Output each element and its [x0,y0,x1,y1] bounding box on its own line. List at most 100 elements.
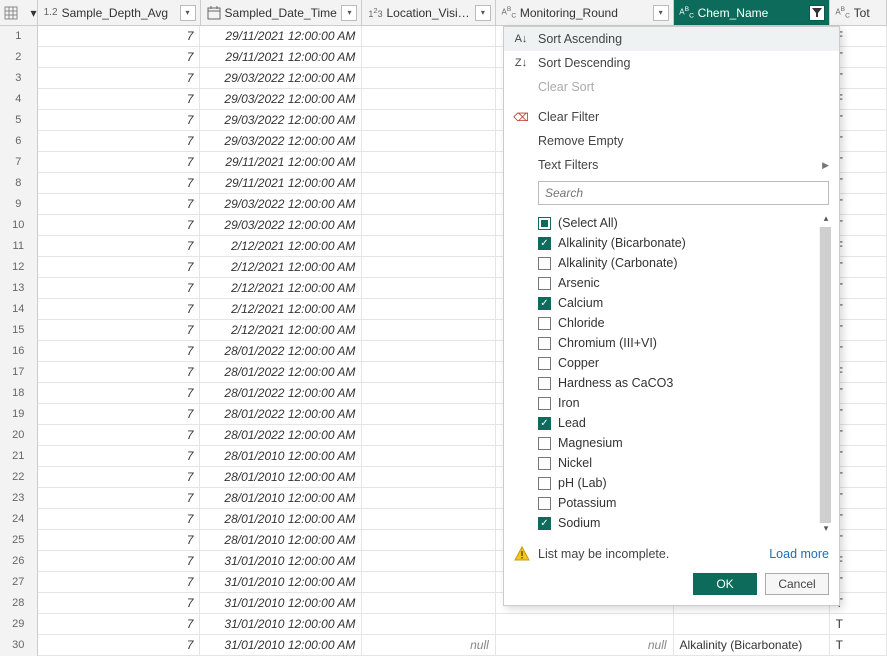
cell-visit [362,467,495,487]
load-more-link[interactable]: Load more [769,547,829,561]
checklist-scrollbar[interactable]: ▴ ▾ [819,213,831,537]
filter-item[interactable]: Potassium [538,493,831,513]
filter-dropdown-icon[interactable]: ▾ [341,5,357,21]
cell-depth: 7 [38,26,201,46]
warning-icon [514,546,530,562]
filter-dropdown-icon[interactable]: ▾ [180,5,196,21]
filter-search-input[interactable] [538,181,829,205]
remove-empty[interactable]: Remove Empty [504,129,839,153]
sort-descending[interactable]: Z↓ Sort Descending [504,51,839,75]
cancel-button[interactable]: Cancel [765,573,829,595]
column-label: Sample_Depth_Avg [62,6,178,20]
cell-depth: 7 [38,488,201,508]
column-label: Tot [854,6,882,20]
cell-depth: 7 [38,257,201,277]
cell-depth: 7 [38,320,201,340]
scroll-up-icon[interactable]: ▴ [819,213,831,227]
cell-visit [362,551,495,571]
cell-depth: 7 [38,362,201,382]
filter-dropdown-icon[interactable]: ▾ [475,5,491,21]
cell-depth: 7 [38,299,201,319]
rownum-header[interactable]: ▾ [0,0,38,25]
type-icon: 123 [366,6,384,19]
cell-date: 31/01/2010 12:00:00 AM [200,635,362,655]
cell-visit [362,614,495,634]
cell-date: 28/01/2010 12:00:00 AM [200,509,362,529]
column-header-tot[interactable]: ABCTot [830,0,887,25]
cell-date: 31/01/2010 12:00:00 AM [200,551,362,571]
cell-depth: 7 [38,236,201,256]
row-number: 28 [0,593,38,614]
filter-active-icon[interactable] [809,5,825,21]
cell-date: 31/01/2010 12:00:00 AM [200,614,362,634]
warning-text: List may be incomplete. [538,547,669,561]
checkbox-checked-icon: ✓ [538,517,551,530]
sort-asc-label: Sort Ascending [538,32,622,46]
remove-empty-label: Remove Empty [538,134,623,148]
filter-item[interactable]: ✓Sodium [538,513,831,533]
table-row[interactable]: 29731/01/2010 12:00:00 AMT [0,614,887,635]
sort-ascending[interactable]: A↓ Sort Ascending [504,27,839,51]
table-row[interactable]: 30731/01/2010 12:00:00 AMnullnullAlkalin… [0,635,887,656]
type-icon: ABC [834,6,852,19]
text-filters[interactable]: Text Filters ▶ [504,153,839,177]
chevron-right-icon: ▶ [822,160,829,171]
checkbox-icon [538,437,551,450]
filter-item[interactable]: Magnesium [538,433,831,453]
filter-item[interactable]: Nickel [538,453,831,473]
filter-item[interactable]: ✓Calcium [538,293,831,313]
column-header-monitoring_round[interactable]: ABCMonitoring_Round▾ [496,0,674,25]
filter-item[interactable]: pH (Lab) [538,473,831,493]
column-header-chem_name[interactable]: ABCChem_Name [674,0,830,25]
row-number: 27 [0,572,38,593]
filter-item[interactable]: Copper [538,353,831,373]
filter-item[interactable]: Iron [538,393,831,413]
cell-date: 29/11/2021 12:00:00 AM [200,152,362,172]
cell-last: T [830,635,887,655]
checkbox-icon [538,357,551,370]
filter-item[interactable]: ✓Lead [538,413,831,433]
cell-depth: 7 [38,425,201,445]
row-number: 16 [0,341,38,362]
select-all-item[interactable]: (Select All) [538,213,831,233]
cell-depth: 7 [38,509,201,529]
filter-item-label: Hardness as CaCO3 [558,376,673,390]
filter-item[interactable]: ✓Alkalinity (Bicarbonate) [538,233,831,253]
cell-depth: 7 [38,89,201,109]
filter-item[interactable]: Sulphate [538,533,831,537]
row-number: 8 [0,173,38,194]
filter-item-label: Potassium [558,496,616,510]
column-label: Sampled_Date_Time [225,6,340,20]
row-number: 4 [0,89,38,110]
clear-filter[interactable]: ⌫ Clear Filter [504,105,839,129]
cell-depth: 7 [38,530,201,550]
warning-row: List may be incomplete. Load more [504,541,839,567]
filter-dropdown-icon[interactable]: ▾ [653,5,669,21]
filter-item-label: Chloride [558,316,605,330]
cell-last: T [830,614,887,634]
row-number: 17 [0,362,38,383]
row-number: 19 [0,404,38,425]
column-header-location_visit_id[interactable]: 123Location_Visit_ID▾ [362,0,495,25]
column-header-sampled_date_time[interactable]: Sampled_Date_Time▾ [201,0,363,25]
column-header-sample_depth_avg[interactable]: 1.2Sample_Depth_Avg▾ [38,0,201,25]
row-number: 21 [0,446,38,467]
filter-item[interactable]: Alkalinity (Carbonate) [538,253,831,273]
cell-date: 28/01/2010 12:00:00 AM [200,488,362,508]
cell-visit [362,593,495,613]
clear-sort-label: Clear Sort [538,80,594,94]
filter-item[interactable]: Arsenic [538,273,831,293]
filter-item[interactable]: Chloride [538,313,831,333]
filter-item[interactable]: Hardness as CaCO3 [538,373,831,393]
column-label: Chem_Name [698,6,807,20]
filter-item[interactable]: Chromium (III+VI) [538,333,831,353]
ok-button[interactable]: OK [693,573,757,595]
cell-visit [362,278,495,298]
cell-date: 2/12/2021 12:00:00 AM [200,236,362,256]
scroll-down-icon[interactable]: ▾ [819,523,831,537]
sort-asc-icon: A↓ [512,33,530,45]
cell-visit [362,26,495,46]
table-menu-btn[interactable]: ▾ [31,6,37,20]
cell-round: null [496,635,674,655]
row-number: 25 [0,530,38,551]
